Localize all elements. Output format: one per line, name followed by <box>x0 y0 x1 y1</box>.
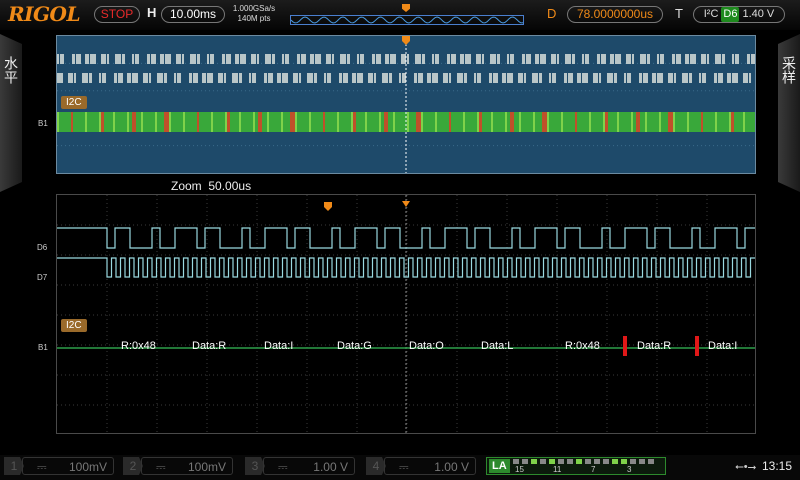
d7-channel-marker[interactable]: D7 <box>37 273 47 282</box>
logic-analyzer-box[interactable]: LA 15 11 7 3 <box>486 457 666 475</box>
zoom-trigger-offset-marker-icon <box>324 199 332 211</box>
sample-rate-value: 1.000GSa/s <box>232 4 276 13</box>
dc-coupling-icon: ⎓ <box>37 460 47 474</box>
horizontal-menu-tab[interactable]: 水平 <box>0 34 22 192</box>
trigger-settings[interactable]: I²C D6 1.40 V <box>693 6 785 23</box>
decode-packet: Data:I <box>264 340 294 352</box>
d6-channel-marker[interactable]: D6 <box>37 243 47 252</box>
memory-overview-strip <box>290 15 524 25</box>
delay-label: D <box>547 6 557 21</box>
main-bus-marker: B1 <box>38 119 48 128</box>
horizontal-label: H <box>147 5 157 20</box>
delay-value[interactable]: 78.0000000us <box>567 6 663 23</box>
main-trigger-marker-icon <box>402 35 410 47</box>
channel-1-box[interactable]: 1 ⎓ 100mV <box>4 457 114 475</box>
main-waveform-svg <box>57 36 755 173</box>
dc-coupling-icon: ⎓ <box>278 460 288 474</box>
memory-waveform-icon <box>291 16 523 24</box>
dc-coupling-icon: ⎓ <box>156 460 166 474</box>
la-label: LA <box>489 459 510 473</box>
error-marker <box>695 336 699 356</box>
decode-packet: R:0x48 <box>121 340 156 352</box>
channel-2-number: 2 <box>123 457 143 475</box>
error-marker <box>623 336 627 356</box>
zoom-label-text: Zoom <box>171 179 202 193</box>
main-bus-tag: I2C <box>61 96 87 109</box>
memory-depth-value: 140M pts <box>237 14 271 23</box>
channel-4-body: ⎓ 1.00 V <box>384 457 476 475</box>
channel-3-box[interactable]: 3 ⎓ 1.00 V <box>245 457 355 475</box>
zoom-bus-marker[interactable]: B1 <box>38 343 48 352</box>
channel-2-body: ⎓ 100mV <box>141 457 233 475</box>
run-stop-status[interactable]: STOP <box>94 6 140 23</box>
decode-packet: R:0x48 <box>565 340 600 352</box>
channel-4-scale: 1.00 V <box>434 460 469 474</box>
main-waveform-window[interactable] <box>56 35 756 174</box>
channel-3-body: ⎓ 1.00 V <box>263 457 355 475</box>
channel-2-scale: 100mV <box>187 460 226 474</box>
zoom-waveform-window[interactable] <box>56 194 756 434</box>
dc-coupling-icon: ⎓ <box>399 460 409 474</box>
zoom-waveform-svg <box>57 195 755 433</box>
channel-1-body: ⎓ 100mV <box>22 457 114 475</box>
trigger-label: T <box>675 6 683 21</box>
trigger-source-badge: D6 <box>721 7 740 22</box>
channel-2-box[interactable]: 2 ⎓ 100mV <box>123 457 233 475</box>
timebase-value[interactable]: 10.00ms <box>161 6 225 23</box>
horizontal-tab-label: 水平 <box>3 56 19 84</box>
decode-packet: Data:I <box>708 340 738 352</box>
zoom-label: Zoom 50.00us <box>171 179 251 193</box>
rigol-logo: RIGOL <box>8 2 81 26</box>
channel-3-scale: 1.00 V <box>313 460 348 474</box>
zoom-scale: 50.00us <box>208 179 252 193</box>
channel-4-box[interactable]: 4 ⎓ 1.00 V <box>366 457 476 475</box>
channel-1-scale: 100mV <box>68 460 107 474</box>
usb-icon: ⭠•⭢ <box>735 461 757 473</box>
acquire-menu-tab[interactable]: 采样 <box>778 34 800 192</box>
sample-rate-readout: 1.000GSa/s 140M pts <box>231 4 277 24</box>
decode-packet: Data:L <box>481 340 514 352</box>
channel-4-number: 4 <box>366 457 386 475</box>
channel-3-number: 3 <box>245 457 265 475</box>
channel-1-number: 1 <box>4 457 24 475</box>
decode-packet: Data:G <box>337 340 372 352</box>
la-number: 15 <box>515 465 524 474</box>
la-number: 7 <box>591 465 596 474</box>
trigger-type: I²C <box>703 8 719 20</box>
decode-packet: Data:O <box>409 340 444 352</box>
acquire-tab-label: 采样 <box>781 56 797 84</box>
la-number: 3 <box>627 465 632 474</box>
la-channel-indicators-icon <box>513 459 654 464</box>
decode-packet: Data:R <box>192 340 227 352</box>
la-number: 11 <box>553 465 562 474</box>
zoom-trigger-marker-icon <box>402 194 410 207</box>
clock: 13:15 <box>762 459 793 473</box>
zoom-bus-tag: I2C <box>61 319 87 332</box>
decode-packet: Data:R <box>637 340 672 352</box>
trigger-level: 1.40 V <box>742 8 775 20</box>
